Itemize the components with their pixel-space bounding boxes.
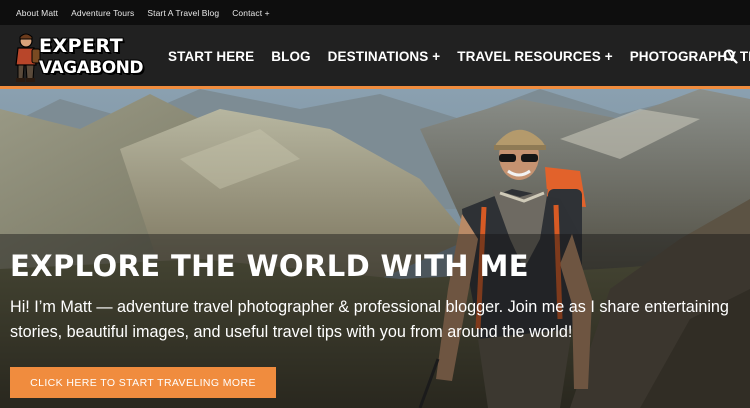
nav-item-destinations[interactable]: DESTINATIONS + <box>328 49 441 64</box>
logo-line-1: EXPERT <box>39 35 124 57</box>
topbar-link-adventure-tours[interactable]: Adventure Tours <box>71 8 134 18</box>
main-navigation: EXPERT VAGABOND START HERE BLOG DESTINAT… <box>0 25 750 87</box>
hero-title: EXPLORE THE WORLD WITH ME <box>10 249 529 283</box>
topbar-link-contact[interactable]: Contact + <box>232 8 270 18</box>
start-traveling-button[interactable]: CLICK HERE TO START TRAVELING MORE <box>10 367 276 398</box>
hero-section: EXPLORE THE WORLD WITH ME Hi! I’m Matt —… <box>0 89 750 408</box>
hero-subtitle: Hi! I’m Matt — adventure travel photogra… <box>10 298 729 341</box>
nav-item-travel-resources[interactable]: TRAVEL RESOURCES + <box>457 49 612 64</box>
site-logo[interactable]: EXPERT VAGABOND <box>12 31 144 83</box>
topbar-link-start-travel-blog[interactable]: Start A Travel Blog <box>147 8 219 18</box>
nav-item-start-here[interactable]: START HERE <box>168 49 254 64</box>
nav-item-blog[interactable]: BLOG <box>271 49 310 64</box>
primary-menu: START HERE BLOG DESTINATIONS + TRAVEL RE… <box>168 25 750 87</box>
logo-line-2: VAGABOND <box>39 58 144 78</box>
topbar-link-about-matt[interactable]: About Matt <box>16 8 58 18</box>
top-utility-bar: About Matt Adventure Tours Start A Trave… <box>0 0 750 25</box>
search-icon[interactable] <box>723 49 738 64</box>
vagabond-mascot-icon <box>15 33 41 82</box>
